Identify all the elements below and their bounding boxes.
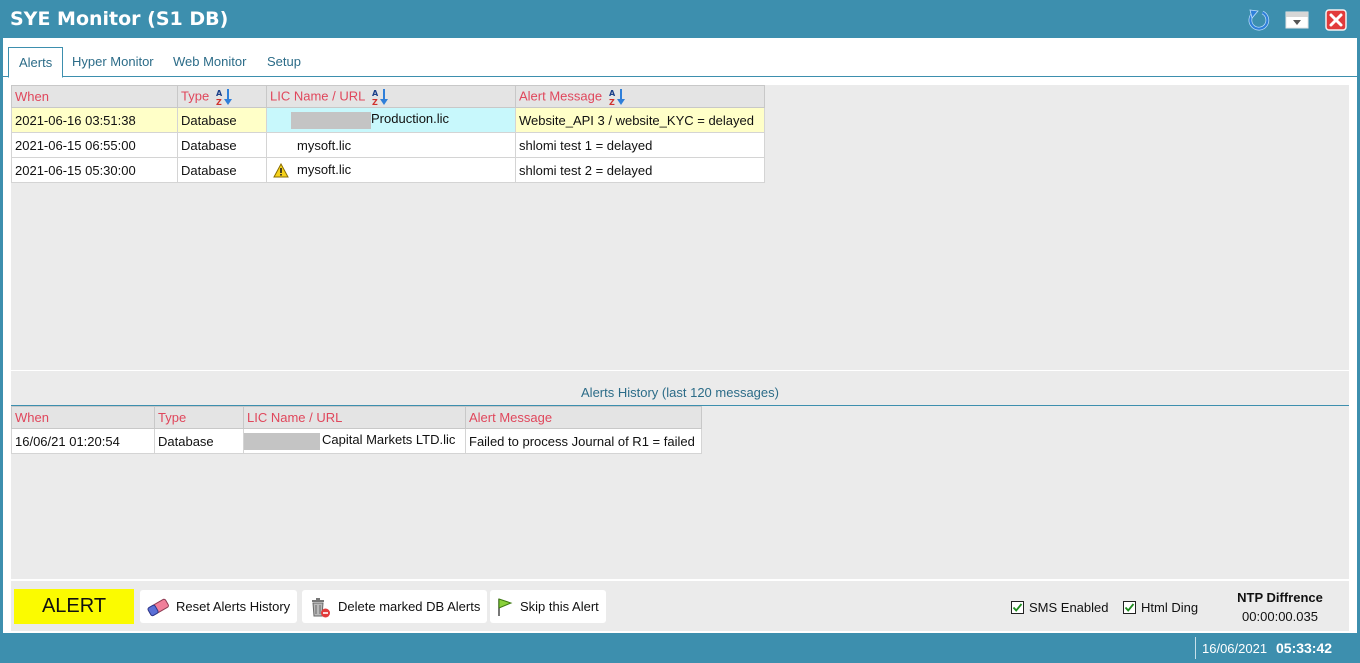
app-window: SYE Monitor (S1 DB) Alerts Hyper Monitor… <box>0 0 1360 663</box>
checkbox-checked-icon <box>1011 601 1024 614</box>
col-lic-label: LIC Name / URL <box>270 87 365 103</box>
checkbox-checked-icon <box>1123 601 1136 614</box>
col-when-label: When <box>15 89 49 104</box>
close-button[interactable] <box>1324 8 1348 32</box>
col-message-label: Alert Message <box>519 87 603 103</box>
alert-row[interactable]: 2021-06-15 06:55:00 Database mysoft.lic … <box>11 132 765 158</box>
history-message: Failed to process Journal of R1 = failed <box>465 428 702 454</box>
eraser-icon <box>146 597 170 617</box>
ntp-difference: NTP Diffrence 00:00:00.035 <box>1210 590 1350 624</box>
minimize-button[interactable] <box>1285 8 1309 32</box>
history-row[interactable]: 16/06/21 01:20:54 Database Capital Marke… <box>11 428 702 454</box>
footer-bar: ALERT Reset Alerts History Delete marked… <box>11 581 1349 631</box>
close-icon <box>1325 9 1347 31</box>
sms-enabled-label: SMS Enabled <box>1029 600 1109 615</box>
alert-when: 2021-06-15 05:30:00 <box>11 157 178 183</box>
alert-lic: Production.lic <box>371 111 450 127</box>
col-type-label: Type <box>181 87 210 103</box>
tab-alerts[interactable]: Alerts <box>8 47 64 78</box>
history-when: 16/06/21 01:20:54 <box>11 428 155 454</box>
status-date: 16/06/2021 <box>1202 641 1268 656</box>
alert-lic: mysoft.lic <box>297 161 352 177</box>
reset-alerts-history-label: Reset Alerts History <box>176 599 291 614</box>
window-title: SYE Monitor (S1 DB) <box>10 8 229 30</box>
alert-type: Database <box>177 107 267 133</box>
col-when-header[interactable]: When <box>11 85 178 108</box>
ntp-value: 00:00:00.035 <box>1242 609 1318 624</box>
flag-icon <box>496 597 514 617</box>
alert-indicator: ALERT <box>14 589 134 624</box>
reset-alerts-history-button[interactable]: Reset Alerts History <box>140 590 298 623</box>
col-lic-header[interactable]: LIC Name / URL AZ <box>266 85 516 108</box>
history-lic: Capital Markets LTD.lic <box>322 432 456 448</box>
history-grid-area: When Type LIC Name / URL Alert Message 1… <box>11 406 1349 579</box>
minimize-icon <box>1285 11 1309 29</box>
history-col-when-header[interactable]: When <box>11 406 155 429</box>
delete-marked-db-alerts-label: Delete marked DB Alerts <box>338 599 481 614</box>
alert-lic-cell: mysoft.lic <box>266 157 516 183</box>
alert-when: 2021-06-16 03:51:38 <box>11 107 178 133</box>
alert-lic-cell: mysoft.lic <box>266 132 516 158</box>
status-bar: 16/06/2021 05:33:42 <box>0 633 1360 663</box>
svg-text:Z: Z <box>216 98 222 106</box>
alert-message: Website_API 3 / website_KYC = delayed <box>515 107 765 133</box>
warning-icon <box>273 163 289 178</box>
skip-this-alert-label: Skip this Alert <box>520 599 599 614</box>
refresh-icon <box>1248 9 1270 31</box>
alert-lic: mysoft.lic <box>297 137 352 153</box>
skip-this-alert-button[interactable]: Skip this Alert <box>490 590 606 623</box>
col-message-header[interactable]: Alert Message AZ <box>515 85 765 108</box>
main-panel: Alerts Hyper Monitor Web Monitor Setup W… <box>3 38 1357 633</box>
sms-enabled-checkbox[interactable]: SMS Enabled <box>1011 600 1109 615</box>
alerts-grid-area: When Type AZ LIC Name / URL AZ Alert Mes… <box>11 85 1349 370</box>
alert-message: shlomi test 2 = delayed <box>515 157 765 183</box>
redacted-block <box>291 111 371 129</box>
sort-az-icon: AZ <box>372 88 388 106</box>
sort-az-icon: AZ <box>216 88 232 106</box>
status-time: 05:33:42 <box>1276 640 1333 656</box>
trash-icon <box>308 595 332 619</box>
history-col-type-header[interactable]: Type <box>154 406 244 429</box>
history-caption-bar: Alerts History (last 120 messages) <box>11 371 1349 406</box>
alerts-table: When Type AZ LIC Name / URL AZ Alert Mes… <box>11 85 765 183</box>
tab-bar: Alerts Hyper Monitor Web Monitor Setup <box>3 47 1357 78</box>
alert-message: shlomi test 1 = delayed <box>515 132 765 158</box>
tab-setup[interactable]: Setup <box>257 47 311 77</box>
tab-hyper-monitor[interactable]: Hyper Monitor <box>62 47 164 77</box>
col-type-header[interactable]: Type AZ <box>177 85 267 108</box>
alert-type: Database <box>177 132 267 158</box>
history-caption: Alerts History (last 120 messages) <box>581 385 779 400</box>
html-ding-label: Html Ding <box>1141 600 1199 615</box>
alert-row[interactable]: 2021-06-16 03:51:38 Database Production.… <box>11 107 765 133</box>
refresh-button[interactable] <box>1247 8 1271 32</box>
svg-text:Z: Z <box>372 98 378 106</box>
title-bar: SYE Monitor (S1 DB) <box>0 0 1360 38</box>
redacted-block <box>244 432 320 450</box>
status-separator <box>1195 637 1196 659</box>
svg-text:Z: Z <box>609 98 615 106</box>
svg-text:A: A <box>609 89 616 98</box>
tab-web-monitor[interactable]: Web Monitor <box>163 47 256 77</box>
ntp-title: NTP Diffrence <box>1237 590 1323 605</box>
history-lic-cell: Capital Markets LTD.lic <box>243 428 466 454</box>
history-col-lic-header[interactable]: LIC Name / URL <box>243 406 466 429</box>
alert-row[interactable]: 2021-06-15 05:30:00 Database mysoft.lic … <box>11 157 765 183</box>
html-ding-checkbox[interactable]: Html Ding <box>1123 600 1198 615</box>
alert-type: Database <box>177 157 267 183</box>
history-table: When Type LIC Name / URL Alert Message 1… <box>11 406 702 454</box>
alert-when: 2021-06-15 06:55:00 <box>11 132 178 158</box>
history-type: Database <box>154 428 244 454</box>
delete-marked-db-alerts-button[interactable]: Delete marked DB Alerts <box>302 590 488 623</box>
sort-az-icon: AZ <box>609 88 625 106</box>
svg-text:A: A <box>216 89 223 98</box>
history-col-message-header[interactable]: Alert Message <box>465 406 702 429</box>
alert-lic-cell: Production.lic <box>266 107 516 133</box>
svg-text:A: A <box>372 89 379 98</box>
